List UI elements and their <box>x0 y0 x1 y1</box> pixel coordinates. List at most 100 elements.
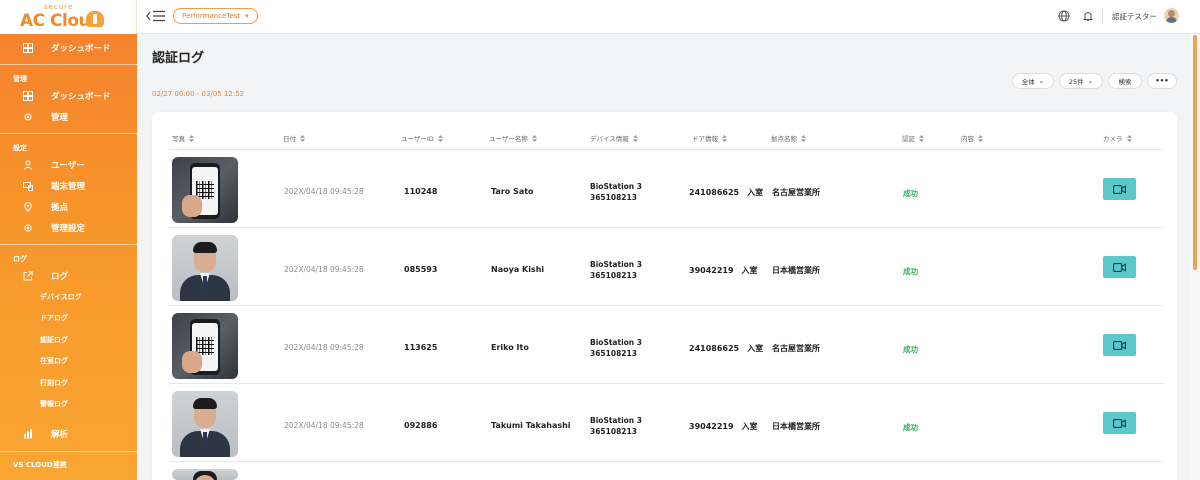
sidebar-item-admin-settings[interactable]: 管理設定 <box>0 219 137 237</box>
column-header-user-id[interactable]: ユーザーID <box>401 133 443 143</box>
sidebar-subitem-auth-log[interactable]: 認証ログ <box>40 335 68 345</box>
sort-icon <box>722 134 727 142</box>
row-site: 名古屋営業所 <box>772 188 820 197</box>
divider <box>169 305 1164 306</box>
row-site: 名古屋営業所 <box>772 344 820 353</box>
video-camera-icon <box>1113 262 1126 272</box>
photo-face[interactable] <box>172 391 238 457</box>
camera-button[interactable] <box>1103 412 1136 434</box>
device-id: 365108213 <box>590 193 637 202</box>
sidebar-subitem-alarm-log[interactable]: 警報ログ <box>40 399 68 409</box>
sidebar-item-dashboard-top[interactable]: ダッシュボード <box>0 39 137 57</box>
collapse-menu-icon[interactable] <box>146 9 166 23</box>
search-button[interactable]: 検索 <box>1108 73 1142 89</box>
status-badge: 成功 <box>903 423 918 432</box>
header-label: 内容 <box>961 135 974 143</box>
sidebar-item-label: 端末管理 <box>51 182 86 192</box>
date-range[interactable]: 02/27 00:00 - 03/05 12:52 <box>152 90 244 98</box>
row-door: 241086625 入室 <box>689 344 764 353</box>
row-user-id: 113625 <box>404 343 438 352</box>
divider <box>1102 9 1103 23</box>
row-user-name: Takumi Takahashi <box>491 421 571 430</box>
sidebar-item-label: 拠点 <box>51 203 69 213</box>
project-selector[interactable]: PerformanceTest ▾ <box>173 8 258 24</box>
photo-face[interactable] <box>172 469 238 480</box>
section-vs-cloud: VS CLOUD連携 <box>13 461 67 469</box>
section-settings: 設定 <box>13 144 27 152</box>
row-site: 日本橋営業所 <box>772 422 820 431</box>
brand-logo[interactable]: secure AC Cloud <box>0 0 137 34</box>
sidebar-subitem-presence-log[interactable]: 在室ログ <box>40 356 68 366</box>
sort-icon <box>189 134 194 142</box>
row-door: 241086625 入室 <box>689 188 764 197</box>
column-header-site[interactable]: 拠点名称 <box>771 133 806 143</box>
sort-icon <box>919 134 924 142</box>
divider <box>169 227 1164 228</box>
photo-qr-code[interactable] <box>172 157 238 223</box>
filter-label: 全体 <box>1021 78 1035 86</box>
header-label: デバイス情報 <box>590 135 629 143</box>
device-id: 365108213 <box>590 271 637 280</box>
video-camera-icon <box>1113 418 1126 428</box>
divider <box>169 149 1164 150</box>
column-header-date[interactable]: 日付 <box>283 133 305 143</box>
photo-qr-code[interactable] <box>172 313 238 379</box>
row-date: 202X/04/18 09:45:28 <box>284 265 364 274</box>
sidebar-item-manage[interactable]: 管理 <box>0 108 137 126</box>
sidebar-item-log[interactable]: ログ <box>0 267 137 285</box>
sort-icon <box>978 134 983 142</box>
row-door: 39042219 入室 <box>689 422 758 431</box>
top-bar: PerformanceTest ▾ 認証テスター <box>137 0 1200 34</box>
section-log: ログ <box>13 255 27 263</box>
camera-button[interactable] <box>1103 178 1136 200</box>
divider <box>0 244 137 245</box>
column-header-device[interactable]: デバイス情報 <box>590 133 638 143</box>
row-user-id: 110248 <box>404 187 438 196</box>
sidebar-item-label: ユーザー <box>51 161 85 171</box>
logo-secure-text: secure <box>44 3 74 11</box>
sidebar: secure AC Cloud ダッシュボード 管理 ダッシュボード 管理 設定… <box>0 0 137 480</box>
header-label: 拠点名称 <box>771 135 797 143</box>
row-device: BioStation 3 365108213 <box>590 259 642 281</box>
sidebar-subitem-punch-log[interactable]: 打刻ログ <box>40 378 68 388</box>
bell-icon[interactable] <box>1082 10 1094 22</box>
photo-face[interactable] <box>172 235 238 301</box>
camera-button[interactable] <box>1103 334 1136 356</box>
device-name: BioStation 3 <box>590 338 642 347</box>
more-options-button[interactable]: ••• <box>1147 73 1177 89</box>
column-header-photo[interactable]: 写真 <box>172 133 194 143</box>
sidebar-item-dashboard[interactable]: ダッシュボード <box>0 87 137 105</box>
row-date: 202X/04/18 09:45:28 <box>284 187 364 196</box>
sidebar-subitem-door-log[interactable]: ドアログ <box>40 313 68 323</box>
divider <box>0 451 137 452</box>
row-user-id: 085593 <box>404 265 438 274</box>
chevron-down-icon: ▾ <box>245 12 249 20</box>
scrollbar-thumb[interactable] <box>1193 35 1197 270</box>
avatar[interactable] <box>1164 8 1179 23</box>
sidebar-item-devices[interactable]: 端末管理 <box>0 177 137 195</box>
sidebar-item-sites[interactable]: 拠点 <box>0 198 137 216</box>
divider <box>0 64 137 65</box>
device-icon <box>22 181 33 191</box>
row-user-id: 092886 <box>404 421 438 430</box>
column-header-door[interactable]: ドア情報 <box>692 133 727 143</box>
column-header-auth[interactable]: 認証 <box>902 133 924 143</box>
column-header-camera[interactable]: カメラ <box>1103 133 1132 143</box>
column-header-content[interactable]: 内容 <box>961 133 983 143</box>
globe-icon[interactable] <box>1058 10 1070 22</box>
device-id: 365108213 <box>590 427 637 436</box>
user-name[interactable]: 認証テスター <box>1112 11 1157 22</box>
page-size-dropdown[interactable]: 25件 ⌄ <box>1059 73 1103 89</box>
sidebar-subitem-device-log[interactable]: デバイスログ <box>40 292 82 302</box>
sidebar-item-analysis[interactable]: 解析 <box>0 425 137 443</box>
sidebar-item-users[interactable]: ユーザー <box>0 156 137 174</box>
chevron-down-icon: ⌄ <box>1038 77 1045 85</box>
sidebar-item-label: 管理 <box>51 113 69 123</box>
row-device: BioStation 3 365108213 <box>590 415 642 437</box>
filter-all-dropdown[interactable]: 全体 ⌄ <box>1012 73 1054 89</box>
divider <box>0 133 137 134</box>
row-user-name: Naoya Kishi <box>491 265 545 274</box>
more-icon: ••• <box>1155 77 1169 85</box>
column-header-user-name[interactable]: ユーザー名称 <box>489 133 537 143</box>
camera-button[interactable] <box>1103 256 1136 278</box>
